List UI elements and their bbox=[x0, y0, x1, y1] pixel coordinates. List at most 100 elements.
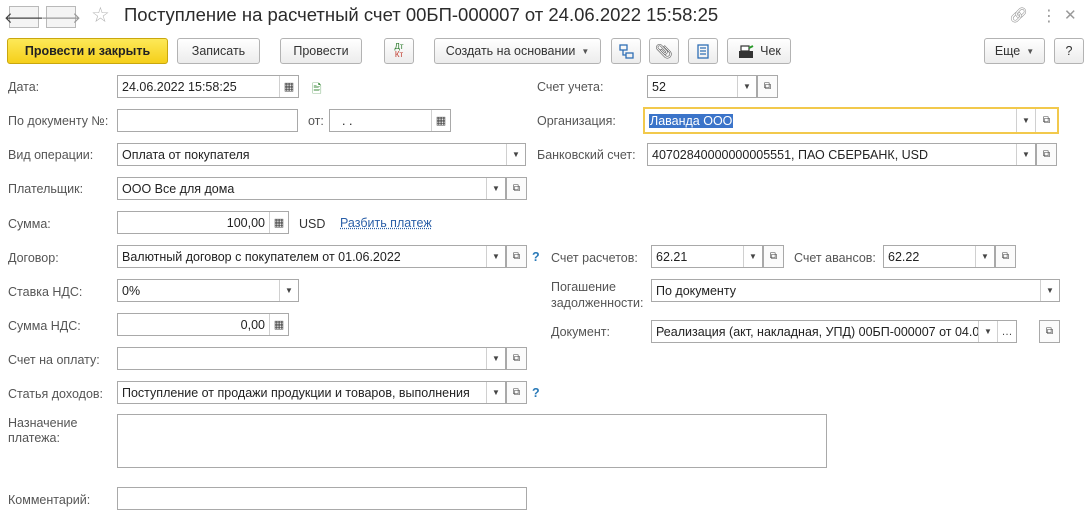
from-date-field[interactable]: . . ▦ bbox=[329, 109, 451, 132]
receipt-button[interactable]: Чек bbox=[727, 38, 791, 64]
more-label: Еще bbox=[994, 44, 1021, 58]
bank-account-select[interactable]: 40702840000000005551, ПАО СБЕРБАНК, USD … bbox=[647, 143, 1036, 166]
account-select[interactable]: 52 ▼ bbox=[647, 75, 757, 98]
print-list-button[interactable] bbox=[688, 38, 718, 64]
post-button[interactable]: Провести bbox=[280, 38, 362, 64]
link-icon[interactable]: 🔗︎ bbox=[1009, 6, 1028, 24]
doc-number-input[interactable] bbox=[117, 109, 298, 132]
favorite-star-icon[interactable]: ☆ bbox=[91, 3, 110, 28]
from-label: от: bbox=[308, 114, 324, 128]
chevron-down-icon[interactable]: ▼ bbox=[486, 178, 505, 199]
organization-select[interactable]: Лаванда ООО ▼ ⧉ bbox=[643, 107, 1059, 134]
chevron-down-icon: ▼ bbox=[581, 46, 590, 56]
dt-kt-button[interactable]: Дт Кт bbox=[384, 38, 414, 64]
account-label: Счет учета: bbox=[537, 80, 604, 94]
invoice-label: Счет на оплату: bbox=[8, 353, 100, 367]
settlement-account-value: 62.21 bbox=[656, 249, 688, 264]
page-title: Поступление на расчетный счет 00БП-00000… bbox=[124, 4, 719, 25]
calculator-icon[interactable]: ▦ bbox=[269, 314, 288, 335]
calculator-icon[interactable]: ▦ bbox=[269, 212, 288, 233]
contract-help-icon[interactable]: ? bbox=[532, 250, 540, 264]
open-income-item-button[interactable]: ⧉ bbox=[506, 381, 527, 404]
payer-select[interactable]: ООО Все для дома ▼ bbox=[117, 177, 506, 200]
date-field[interactable]: 24.06.2022 15:58:25 ▦ bbox=[117, 75, 299, 98]
date-label: Дата: bbox=[8, 80, 40, 94]
invoice-select[interactable]: ▼ bbox=[117, 347, 506, 370]
post-and-close-button[interactable]: Провести и закрыть bbox=[7, 38, 168, 64]
open-icon: ⧉ bbox=[1042, 149, 1051, 160]
chevron-down-icon[interactable]: ▼ bbox=[743, 246, 762, 267]
calendar-icon[interactable]: ▦ bbox=[279, 76, 298, 97]
advance-account-label: Счет авансов: bbox=[794, 251, 876, 265]
open-contract-button[interactable]: ⧉ bbox=[506, 245, 527, 268]
vat-rate-select[interactable]: 0% ▼ bbox=[117, 279, 299, 302]
contract-label: Договор: bbox=[8, 251, 59, 265]
open-settlement-account-button[interactable]: ⧉ bbox=[763, 245, 784, 268]
save-button[interactable]: Записать bbox=[177, 38, 260, 64]
income-item-help-icon[interactable]: ? bbox=[532, 386, 540, 400]
debt-repayment-select[interactable]: По документу ▼ bbox=[651, 279, 1060, 302]
chevron-down-icon[interactable]: ▼ bbox=[1016, 109, 1035, 132]
open-icon: ⧉ bbox=[512, 353, 521, 364]
purpose-textarea[interactable] bbox=[117, 414, 827, 468]
edit-check-icon[interactable]: 🖹︎ bbox=[312, 80, 322, 101]
more-menu-icon[interactable]: ⋮ bbox=[1041, 6, 1057, 26]
document-select[interactable]: Реализация (акт, накладная, УПД) 00БП-00… bbox=[651, 320, 1017, 343]
create-based-on-label: Создать на основании bbox=[445, 44, 576, 58]
document-list-icon bbox=[697, 43, 709, 59]
paperclip-icon: 📎︎ bbox=[655, 42, 673, 59]
calendar-icon[interactable]: ▦ bbox=[431, 110, 450, 131]
open-icon[interactable]: ⧉ bbox=[1035, 109, 1057, 132]
open-account-button[interactable]: ⧉ bbox=[757, 75, 778, 98]
vat-amount-input[interactable]: 0,00 ▦ bbox=[117, 313, 289, 336]
chevron-down-icon[interactable]: ▼ bbox=[486, 246, 505, 267]
chevron-down-icon[interactable]: ▼ bbox=[1016, 144, 1035, 165]
open-bank-account-button[interactable]: ⧉ bbox=[1036, 143, 1057, 166]
open-document-button[interactable]: ⧉ bbox=[1039, 320, 1060, 343]
operation-value: Оплата от покупателя bbox=[122, 147, 250, 162]
vat-amount-label: Сумма НДС: bbox=[8, 319, 81, 333]
advance-account-select[interactable]: 62.22 ▼ bbox=[883, 245, 995, 268]
operation-label: Вид операции: bbox=[8, 148, 94, 162]
bank-account-label: Банковский счет: bbox=[537, 148, 636, 162]
settlement-account-select[interactable]: 62.21 ▼ bbox=[651, 245, 763, 268]
chevron-down-icon[interactable]: ▼ bbox=[486, 348, 505, 369]
vat-amount-value: 0,00 bbox=[240, 317, 265, 332]
debt-repayment-label-line2: задолженности: bbox=[551, 296, 644, 310]
purpose-label-line1: Назначение bbox=[8, 416, 78, 430]
ellipsis-icon[interactable]: … bbox=[997, 321, 1016, 342]
receipt-label: Чек bbox=[760, 44, 781, 58]
operation-select[interactable]: Оплата от покупателя ▼ bbox=[117, 143, 526, 166]
attachments-button[interactable]: 📎︎ bbox=[649, 38, 679, 64]
chevron-down-icon[interactable]: ▼ bbox=[279, 280, 298, 301]
create-based-on-button[interactable]: Создать на основании ▼ bbox=[434, 38, 601, 64]
chevron-down-icon[interactable]: ▼ bbox=[737, 76, 756, 97]
chevron-down-icon[interactable]: ▼ bbox=[486, 382, 505, 403]
open-icon: ⧉ bbox=[512, 251, 521, 262]
income-item-select[interactable]: Поступление от продажи продукции и товар… bbox=[117, 381, 506, 404]
back-button[interactable]: 🡐 bbox=[4, 6, 44, 28]
settlement-account-label: Счет расчетов: bbox=[551, 251, 638, 265]
chevron-down-icon[interactable]: ▼ bbox=[506, 144, 525, 165]
amount-input[interactable]: 100,00 ▦ bbox=[117, 211, 289, 234]
chevron-down-icon[interactable]: ▼ bbox=[1040, 280, 1059, 301]
split-payment-link[interactable]: Разбить платеж bbox=[340, 216, 432, 230]
open-icon: ⧉ bbox=[769, 251, 778, 262]
payer-value: ООО Все для дома bbox=[122, 181, 235, 196]
close-icon[interactable]: ✕ bbox=[1064, 6, 1077, 24]
open-advance-account-button[interactable]: ⧉ bbox=[995, 245, 1016, 268]
help-button[interactable]: ? bbox=[1054, 38, 1084, 64]
forward-button[interactable]: 🡒 bbox=[41, 6, 81, 28]
chevron-down-icon[interactable]: ▼ bbox=[978, 321, 997, 342]
chevron-down-icon[interactable]: ▼ bbox=[975, 246, 994, 267]
structure-button[interactable] bbox=[611, 38, 641, 64]
document-label: Документ: bbox=[551, 325, 610, 339]
more-button[interactable]: Еще ▼ bbox=[984, 38, 1045, 64]
comment-input[interactable] bbox=[117, 487, 527, 510]
contract-select[interactable]: Валютный договор с покупателем от 01.06.… bbox=[117, 245, 506, 268]
amount-value: 100,00 bbox=[226, 215, 265, 230]
date-value: 24.06.2022 15:58:25 bbox=[122, 79, 237, 94]
open-invoice-button[interactable]: ⧉ bbox=[506, 347, 527, 370]
purpose-label-line2: платежа: bbox=[8, 431, 60, 445]
open-payer-button[interactable]: ⧉ bbox=[506, 177, 527, 200]
